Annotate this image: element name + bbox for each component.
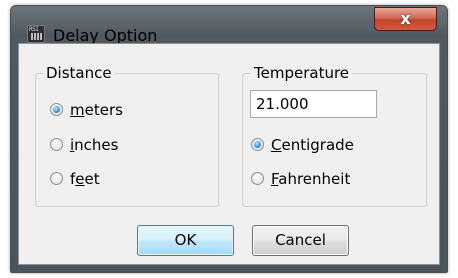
app-icon-text: RSI xyxy=(29,26,39,33)
temperature-group: Temperature 21.000 Centigrade Fahrenheit xyxy=(242,64,427,207)
distance-legend: Distance xyxy=(43,64,115,82)
dialog-client-area: Distance meters inches feet Temperature … xyxy=(18,43,440,265)
radio-label-fahrenheit[interactable]: Fahrenheit xyxy=(271,169,350,189)
close-button[interactable]: x xyxy=(374,7,437,31)
distance-group: Distance meters inches feet xyxy=(35,64,219,207)
radio-label-centigrade[interactable]: Centigrade xyxy=(271,135,354,155)
dialog-window: RSI Delay Option x Distance meters inche… xyxy=(10,5,448,273)
temperature-input[interactable]: 21.000 xyxy=(250,90,377,118)
radio-label-inches[interactable]: inches xyxy=(70,135,118,155)
radio-button-meters[interactable] xyxy=(50,103,63,116)
radio-button-inches[interactable] xyxy=(50,138,63,151)
radio-button-centigrade[interactable] xyxy=(251,138,264,151)
radio-button-fahrenheit[interactable] xyxy=(251,172,264,185)
title-bar[interactable]: RSI Delay Option x xyxy=(11,6,447,46)
radio-label-meters[interactable]: meters xyxy=(70,100,123,120)
temperature-legend: Temperature xyxy=(251,64,353,82)
radio-button-feet[interactable] xyxy=(50,172,63,185)
app-icon[interactable]: RSI xyxy=(27,25,45,43)
radio-label-feet[interactable]: feet xyxy=(70,169,100,189)
app-icon-bars xyxy=(31,33,42,40)
cancel-button[interactable]: Cancel xyxy=(252,225,349,256)
ok-button[interactable]: OK xyxy=(137,225,234,256)
close-icon: x xyxy=(400,9,411,28)
